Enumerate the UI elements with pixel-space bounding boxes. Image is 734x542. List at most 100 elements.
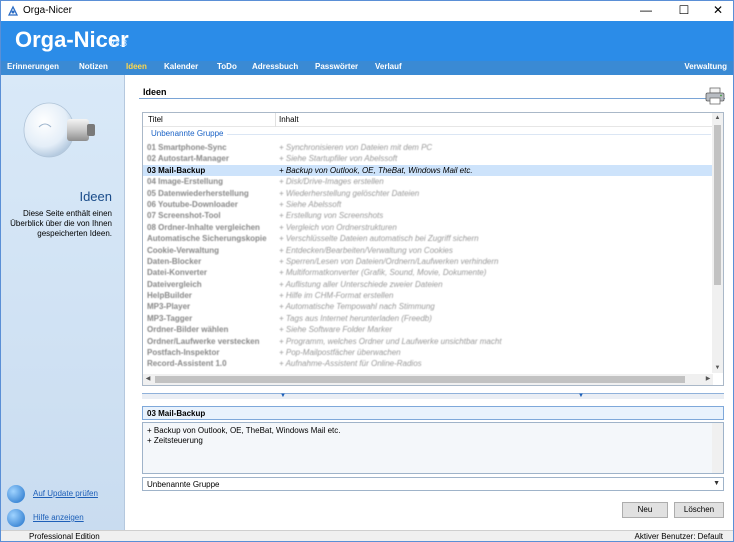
help-link-label[interactable]: Hilfe anzeigen bbox=[33, 513, 84, 522]
window-title: Orga-Nicer bbox=[23, 5, 72, 16]
scroll-left-icon[interactable]: ◀ bbox=[143, 374, 153, 385]
nav-verwaltung[interactable]: Verwaltung bbox=[684, 62, 727, 71]
list-item[interactable]: Record-Assistent 1.0 + Aufnahme-Assistent… bbox=[143, 358, 713, 369]
sidebar-description: Diese Seite enthält einen Überblick über… bbox=[10, 209, 112, 238]
item-title: 04 Image-Erstellung bbox=[147, 177, 224, 187]
nav-verlauf[interactable]: Verlauf bbox=[375, 62, 402, 71]
item-content: + Backup von Outlook, OE, TheBat, Window… bbox=[279, 165, 473, 175]
list-item[interactable]: MP3-Tagger + Tags aus Internet herunterla… bbox=[143, 313, 713, 324]
delete-button[interactable]: Löschen bbox=[674, 502, 724, 518]
list-item[interactable]: Ordner-Bilder wählen + Siehe Software Fol… bbox=[143, 324, 713, 335]
list-item[interactable]: Dateivergleich + Auflistung aller Untersc… bbox=[143, 279, 713, 290]
scroll-down-icon[interactable]: ▼ bbox=[712, 363, 723, 373]
list-item-selected[interactable]: 03 Mail-Backup + Backup von Outlook, OE, … bbox=[143, 164, 713, 177]
scroll-up-icon[interactable]: ▲ bbox=[712, 113, 723, 123]
item-title: 08 Ordner-Inhalte vergleichen bbox=[147, 222, 260, 232]
detail-content-field[interactable]: + Backup von Outlook, OE, TheBat, Window… bbox=[142, 422, 724, 474]
maximize-button[interactable]: ☐ bbox=[667, 1, 701, 21]
item-title: Dateivergleich bbox=[147, 279, 202, 289]
nav-erinnerungen[interactable]: Erinnerungen bbox=[7, 62, 59, 71]
sidebar-heading: Ideen bbox=[79, 189, 112, 204]
group-divider bbox=[227, 134, 711, 135]
nav-ideen[interactable]: Ideen bbox=[126, 62, 147, 71]
nav-todo[interactable]: ToDo bbox=[217, 62, 237, 71]
list-item[interactable]: HelpBuilder + Hilfe im CHM-Format erstell… bbox=[143, 290, 713, 301]
item-title: HelpBuilder bbox=[147, 291, 192, 301]
chevron-down-icon[interactable]: ▼ bbox=[713, 480, 720, 487]
close-button[interactable]: ✕ bbox=[701, 1, 734, 21]
item-title: Postfach-Inspektor bbox=[147, 348, 220, 358]
item-content: + Pop-Mailpostfächer überwachen bbox=[279, 348, 401, 358]
update-link-label[interactable]: Auf Update prüfen bbox=[33, 489, 98, 498]
item-content: + Siehe Abelssoft bbox=[279, 199, 342, 209]
list-item[interactable]: Datei-Konverter + Multiformatkonverter (G… bbox=[143, 267, 713, 278]
item-title: 05 Datenwiederherstellung bbox=[147, 188, 249, 198]
item-title: Daten-Blocker bbox=[147, 256, 202, 266]
splitter-arrow-icon: ▼ bbox=[578, 393, 584, 399]
list-item[interactable]: 01 Smartphone-Sync + Synchronisieren von … bbox=[143, 142, 713, 153]
item-content: + Siehe Startupfiler von Abelssoft bbox=[279, 154, 398, 164]
list-rows: 01 Smartphone-Sync + Synchronisieren von … bbox=[143, 142, 713, 370]
new-button[interactable]: Neu bbox=[622, 502, 668, 518]
group-select[interactable]: Unbenannte Gruppe ▼ bbox=[142, 477, 724, 491]
column-header-titel[interactable]: Titel bbox=[148, 115, 163, 124]
item-title: MP3-Player bbox=[147, 302, 191, 312]
item-content: + Verschlüsselte Dateien automatisch bei… bbox=[279, 234, 479, 244]
list-item[interactable]: Cookie-Verwaltung + Entdecken/Bearbeiten/… bbox=[143, 245, 713, 256]
list-item[interactable]: 06 Youtube-Downloader + Siehe Abelssoft bbox=[143, 199, 713, 210]
detail-scrollbar[interactable] bbox=[712, 423, 723, 473]
item-content: + Programm, welches Ordner und Laufwerke… bbox=[279, 336, 502, 346]
column-header-inhalt[interactable]: Inhalt bbox=[279, 115, 299, 124]
detail-line: + Zeitsteuerung bbox=[147, 436, 203, 445]
pane-splitter[interactable]: ▼ ▼ bbox=[142, 393, 724, 399]
list-vertical-scrollbar[interactable]: ▲ ▼ bbox=[712, 113, 723, 373]
group-label[interactable]: Unbenannte Gruppe bbox=[151, 129, 224, 138]
version-label: v3.3 bbox=[110, 38, 128, 48]
app-window: Orga-Nicer — ☐ ✕ Orga-Nicer v3.3 Erinner… bbox=[0, 0, 734, 542]
item-content: + Auflistung aller Unterschiede zweier D… bbox=[279, 279, 443, 289]
list-item[interactable]: 05 Datenwiederherstellung + Wiederherstel… bbox=[143, 188, 713, 199]
list-item[interactable]: 02 Autostart-Manager + Siehe Startupfiler… bbox=[143, 153, 713, 164]
group-select-value: Unbenannte Gruppe bbox=[147, 480, 220, 489]
item-content: + Sperren/Lesen von Dateien/Ordnern/Lauf… bbox=[279, 256, 499, 266]
item-title: Ordner-Bilder wählen bbox=[147, 325, 229, 335]
title-bar: Orga-Nicer — ☐ ✕ bbox=[1, 1, 733, 21]
minimize-button[interactable]: — bbox=[629, 1, 663, 21]
list-item[interactable]: 08 Ordner-Inhalte vergleichen + Vergleich… bbox=[143, 222, 713, 233]
column-separator[interactable] bbox=[275, 113, 276, 127]
nav-adressbuch[interactable]: Adressbuch bbox=[252, 62, 298, 71]
list-item[interactable]: 07 Screenshot-Tool + Erstellung von Scree… bbox=[143, 210, 713, 221]
list-item[interactable]: Daten-Blocker + Sperren/Lesen von Dateien… bbox=[143, 256, 713, 267]
scroll-thumb[interactable] bbox=[714, 125, 721, 285]
nav-notizen[interactable]: Notizen bbox=[79, 62, 108, 71]
title-divider bbox=[139, 98, 725, 99]
list-item[interactable]: 04 Image-Erstellung + Disk/Drive-Images e… bbox=[143, 176, 713, 187]
item-content: + Synchronisieren von Dateien mit dem PC bbox=[279, 143, 433, 152]
item-content: + Erstellung von Screenshots bbox=[279, 211, 384, 221]
list-horizontal-scrollbar[interactable]: ◀ ▶ bbox=[143, 374, 713, 385]
item-content: + Multiformatkonverter (Grafik, Sound, M… bbox=[279, 268, 487, 278]
item-title: Datei-Konverter bbox=[147, 268, 208, 278]
printer-icon[interactable] bbox=[705, 87, 725, 105]
nav-passwoerter[interactable]: Passwörter bbox=[315, 62, 358, 71]
ideas-list[interactable]: Titel Inhalt Unbenannte Gruppe 01 Smartp… bbox=[142, 112, 724, 386]
detail-title-field[interactable]: 03 Mail-Backup bbox=[142, 406, 724, 420]
scroll-right-icon[interactable]: ▶ bbox=[703, 374, 713, 385]
item-title: Ordner/Laufwerke verstecken bbox=[147, 336, 260, 346]
list-item[interactable]: Postfach-Inspektor + Pop-Mailpostfächer ü… bbox=[143, 347, 713, 358]
main-nav: Erinnerungen Notizen Ideen Kalender ToDo… bbox=[1, 61, 733, 75]
item-content: + Tags aus Internet herunterladen (Freed… bbox=[279, 313, 432, 323]
list-item[interactable]: MP3-Player + Automatische Tempowahl nach … bbox=[143, 301, 713, 312]
list-item[interactable]: Ordner/Laufwerke verstecken + Programm, w… bbox=[143, 336, 713, 347]
item-content: + Vergleich von Ordnerstrukturen bbox=[279, 222, 397, 232]
detail-line: + Backup von Outlook, OE, TheBat, Window… bbox=[147, 426, 341, 435]
item-title: Record-Assistent 1.0 bbox=[147, 359, 227, 369]
item-content: + Disk/Drive-Images erstellen bbox=[279, 177, 384, 187]
item-title: Cookie-Verwaltung bbox=[147, 245, 220, 255]
scroll-thumb-horizontal[interactable] bbox=[155, 376, 685, 383]
globe-icon bbox=[7, 485, 25, 503]
nav-kalender[interactable]: Kalender bbox=[164, 62, 198, 71]
app-header: Orga-Nicer v3.3 bbox=[1, 21, 733, 61]
item-title: 02 Autostart-Manager bbox=[147, 154, 229, 164]
list-item[interactable]: Automatische Sicherungskopie + Verschlüss… bbox=[143, 233, 713, 244]
